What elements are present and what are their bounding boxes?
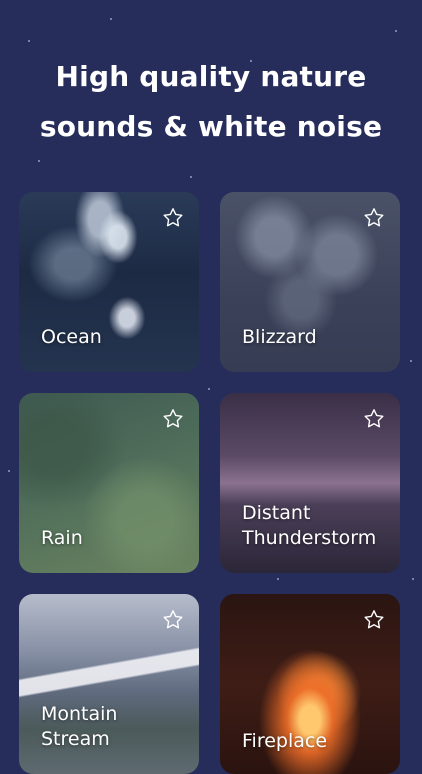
sound-card-label-line-1: Montain	[41, 703, 118, 725]
sound-card-label: Montain Stream	[41, 702, 117, 752]
sound-card-label-line-1: Distant	[242, 502, 311, 524]
star-outline-icon[interactable]	[362, 608, 386, 632]
page-title: High quality nature sounds & white noise	[0, 52, 422, 152]
sound-card-label: Ocean	[41, 326, 102, 348]
star-outline-icon[interactable]	[161, 407, 185, 431]
sound-card-label-line-2: Stream	[41, 728, 110, 750]
sound-card-distant-thunderstorm[interactable]: Distant Thunderstorm	[220, 393, 400, 573]
page-title-line-1: High quality nature	[55, 60, 367, 93]
sound-card-label: Fireplace	[242, 730, 328, 752]
star-outline-icon[interactable]	[362, 206, 386, 230]
sound-card-fireplace[interactable]: Fireplace	[220, 594, 400, 774]
sound-card-rain[interactable]: Rain	[19, 393, 199, 573]
star-outline-icon[interactable]	[161, 608, 185, 632]
sound-card-label: Distant Thunderstorm	[242, 501, 376, 551]
star-outline-icon[interactable]	[161, 206, 185, 230]
sound-card-label: Blizzard	[242, 326, 317, 348]
sound-card-blizzard[interactable]: Blizzard	[220, 192, 400, 372]
sound-card-ocean[interactable]: Ocean	[19, 192, 199, 372]
sound-card-montain-stream[interactable]: Montain Stream	[19, 594, 199, 774]
sound-card-label: Rain	[41, 527, 83, 549]
star-outline-icon[interactable]	[362, 407, 386, 431]
page-title-line-2: sounds & white noise	[39, 110, 383, 143]
sound-card-label-line-2: Thunderstorm	[242, 527, 377, 549]
